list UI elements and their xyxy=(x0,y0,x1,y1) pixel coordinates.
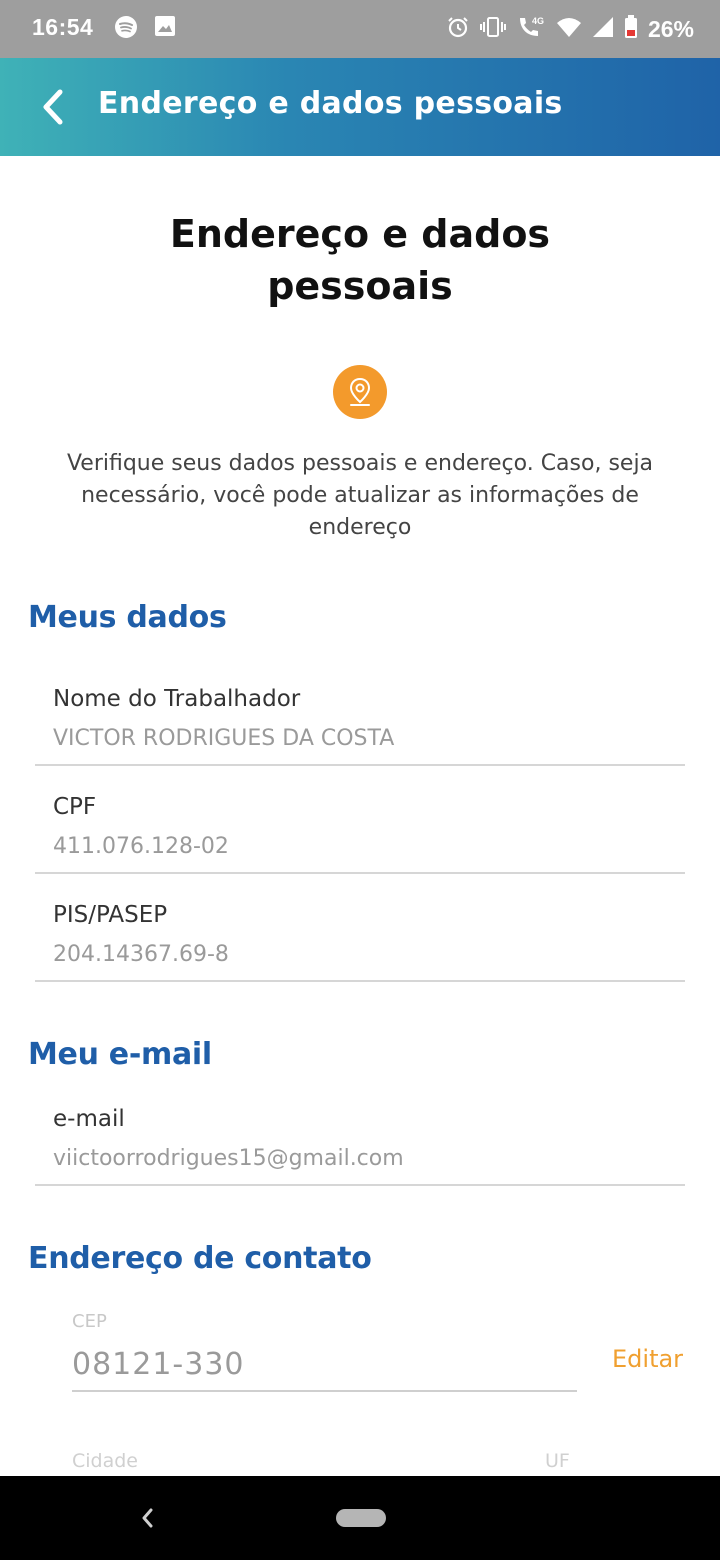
nav-home-pill[interactable] xyxy=(336,1509,386,1527)
cep-field[interactable]: 08121-330 xyxy=(72,1347,245,1382)
vibrate-icon xyxy=(479,15,506,43)
system-nav-bar xyxy=(0,1476,720,1560)
field-pis-pasep: PIS/PASEP 204.14367.69-8 xyxy=(35,892,685,982)
page-title: Endereço e dados pessoais xyxy=(169,212,551,308)
field-nome: Nome do Trabalhador VICTOR RODRIGUES DA … xyxy=(35,676,685,766)
nav-back-icon[interactable] xyxy=(136,1504,160,1532)
section-title-meu-email: Meu e-mail xyxy=(28,1037,212,1072)
section-title-meus-dados: Meus dados xyxy=(28,600,227,635)
field-label: PIS/PASEP xyxy=(53,902,168,928)
status-time: 16:54 xyxy=(32,14,94,40)
wifi-icon xyxy=(556,16,582,42)
cep-underline xyxy=(72,1390,577,1392)
field-label: CPF xyxy=(53,794,97,820)
field-label: e-mail xyxy=(53,1106,125,1132)
field-value: viictoorrodrigues15@gmail.com xyxy=(53,1146,404,1171)
cidade-label: Cidade xyxy=(72,1450,138,1472)
alarm-icon xyxy=(446,15,470,43)
status-bar: 16:54 4G 26% xyxy=(0,0,720,58)
cep-label: CEP xyxy=(72,1311,107,1332)
app-bar-title: Endereço e dados pessoais xyxy=(98,86,563,121)
signal-icon xyxy=(592,16,614,42)
chevron-left-icon xyxy=(43,89,63,125)
battery-percent: 26% xyxy=(647,15,694,42)
field-email: e-mail viictoorrodrigues15@gmail.com xyxy=(35,1096,685,1186)
location-pin-badge xyxy=(333,365,387,419)
section-title-endereco: Endereço de contato xyxy=(28,1241,372,1276)
image-icon xyxy=(154,15,176,43)
field-label: Nome do Trabalhador xyxy=(53,686,301,712)
field-cpf: CPF 411.076.128-02 xyxy=(35,784,685,874)
volte-call-icon: 4G xyxy=(516,14,546,44)
back-button[interactable] xyxy=(28,82,78,132)
location-pin-icon xyxy=(349,377,371,406)
battery-icon xyxy=(624,15,638,43)
uf-label: UF xyxy=(545,1450,570,1472)
app-bar: Endereço e dados pessoais xyxy=(0,58,720,156)
spotify-icon xyxy=(114,15,138,43)
field-value: VICTOR RODRIGUES DA COSTA xyxy=(53,726,395,751)
field-value: 204.14367.69-8 xyxy=(53,942,229,967)
field-value: 411.076.128-02 xyxy=(53,834,229,859)
svg-text:4G: 4G xyxy=(532,16,544,26)
intro-text: Verifique seus dados pessoais e endereço… xyxy=(66,451,654,540)
edit-button[interactable]: Editar xyxy=(612,1345,683,1373)
